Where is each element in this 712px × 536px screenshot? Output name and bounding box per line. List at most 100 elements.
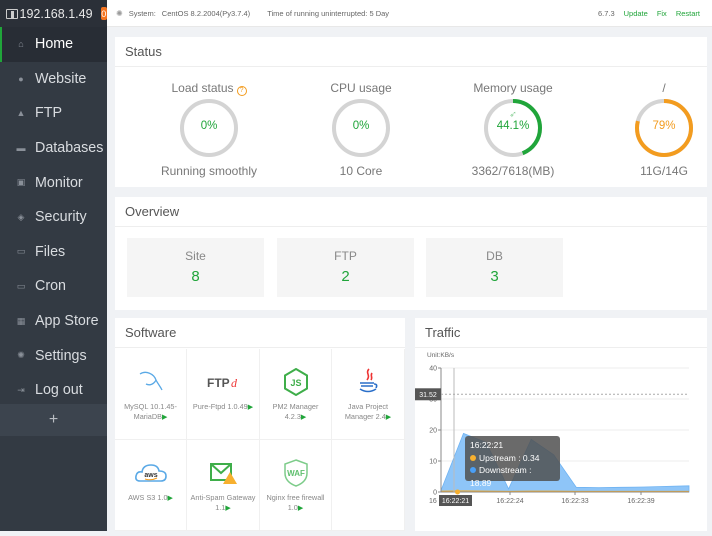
sidebar-item-settings[interactable]: ✺ Settings (0, 338, 107, 373)
overview-ftp-value[interactable]: 2 (277, 268, 414, 285)
gauge-value: 79% (652, 120, 676, 132)
software-item[interactable]: WAF Nginx free firewall 1.0▶ (260, 440, 332, 531)
sidebar-item-app-store[interactable]: ▦ App Store (0, 304, 107, 339)
gauge-title-text: / (662, 81, 666, 95)
waf-icon: WAF (260, 458, 331, 488)
sidebar-item-label: Files (35, 243, 66, 260)
software-item[interactable]: Anti-Spam Gateway 1.1▶ (187, 440, 260, 531)
upstream-dot-icon (470, 454, 476, 461)
gauge-1[interactable]: CPU usage 0% 10 Core (286, 80, 436, 178)
x-tick-label: 16 (429, 498, 437, 505)
gauge-ring: ➶ 44.1% (483, 98, 543, 158)
gauge-title: Load status? (134, 80, 284, 96)
sidebar-item-website[interactable]: ● Website (0, 62, 107, 97)
sidebar-item-label: Cron (35, 278, 66, 295)
svg-text:JS: JS (290, 378, 301, 388)
gauge-title-text: CPU usage (330, 81, 392, 95)
y-unit-label: Unit:KB/s (427, 352, 455, 359)
overview-db-value[interactable]: 3 (426, 268, 563, 285)
monitor-icon: ▣ (16, 177, 26, 188)
software-item[interactable]: FTP d Pure-Ftpd 1.0.49▶ (187, 349, 260, 440)
play-icon[interactable]: ▶ (298, 505, 303, 512)
overview-site-value[interactable]: 8 (127, 268, 264, 285)
gear-icon: ✺ (116, 8, 123, 18)
crosshair-y-value: 31.52 (419, 392, 437, 399)
traffic-chart[interactable]: Unit:KB/s01020304031.521616:22:2416:22:3… (415, 348, 707, 531)
software-item[interactable]: aws AWS S3 1.0▶ (115, 440, 187, 531)
sidebar-item-files[interactable]: ▭ Files (0, 235, 107, 270)
sidebar-item-home[interactable]: ⌂ Home (0, 27, 107, 62)
play-icon[interactable]: ▶ (168, 495, 173, 502)
software-grid: MySQL 10.1.45-MariaDB▶ FTP d Pure-Ftpd 1.0.… (115, 349, 405, 531)
mysql-icon (115, 367, 186, 397)
gauge-title: Memory usage (438, 80, 588, 96)
y-tick-label: 0 (433, 490, 437, 497)
gauge-0[interactable]: Load status? 0% Running smoothly (134, 80, 284, 178)
add-nav-button[interactable]: + (0, 404, 107, 436)
sidebar-item-ftp[interactable]: ▲ FTP (0, 96, 107, 131)
sidebar-item-monitor[interactable]: ▣ Monitor (0, 165, 107, 200)
overview-db-label: DB (486, 249, 503, 263)
gauge-title: / (589, 80, 712, 96)
traffic-title: Traffic (415, 318, 707, 348)
java-icon (332, 367, 404, 397)
grid-icon: ▦ (16, 315, 26, 326)
database-icon: ▬ (16, 143, 26, 154)
chart-tooltip: 16:22:21 Upstream : 0.34 Downstream : 18… (465, 436, 560, 488)
gauge-3[interactable]: / 79% 11G/14G (589, 80, 712, 178)
overview-site[interactable]: Site 8 (127, 238, 264, 297)
upstream-point (455, 489, 461, 495)
overview-ftp[interactable]: FTP 2 (277, 238, 414, 297)
y-tick-label: 20 (429, 428, 437, 435)
sidebar-item-databases[interactable]: ▬ Databases (0, 131, 107, 166)
play-icon[interactable]: ▶ (386, 414, 391, 421)
globe-icon: ● (18, 73, 24, 84)
sidebar-item-label: Home (35, 36, 74, 53)
overview-panel: Overview Site 8 FTP 2 DB 3 (115, 197, 707, 310)
x-tick-label: 16:22:39 (627, 498, 654, 505)
x-tick-label: 16:22:33 (561, 498, 588, 505)
shield-icon: ◈ (17, 211, 25, 222)
play-icon[interactable]: ▶ (248, 404, 253, 411)
software-name: AWS S3 1.0▶ (115, 493, 186, 504)
ftp-logo-icon: FTP d (187, 367, 259, 397)
play-icon[interactable]: ▶ (162, 414, 167, 421)
gauge-ring: 0% (179, 98, 239, 158)
fix-link[interactable]: Fix (657, 9, 667, 18)
traffic-chart-svg: Unit:KB/s01020304031.521616:22:2416:22:3… (415, 352, 690, 506)
sidebar-item-cron[interactable]: ▭ Cron (0, 269, 107, 304)
host-address: 192.168.1.49 (19, 6, 93, 21)
gear-icon: ✺ (17, 350, 25, 361)
overview-title: Overview (115, 197, 707, 227)
software-item[interactable]: JS PM2 Manager 4.2.3▶ (260, 349, 332, 440)
software-item[interactable]: Java Project Manager 2.4▶ (332, 349, 405, 440)
x-tick-label: 16:22:24 (496, 498, 523, 505)
software-name: Java Project Manager 2.4▶ (332, 402, 404, 423)
overview-db[interactable]: DB 3 (426, 238, 563, 297)
gauge-value: 44.1% (496, 120, 530, 132)
svg-text:aws: aws (144, 472, 157, 479)
gauge-subtitle: 10 Core (339, 164, 383, 178)
software-name: PM2 Manager 4.2.3▶ (260, 402, 331, 423)
sidebar-item-security[interactable]: ◈ Security (0, 200, 107, 235)
play-icon[interactable]: ▶ (301, 414, 306, 421)
overview-site-label: Site (185, 249, 206, 263)
downstream-dot-icon (470, 467, 476, 473)
software-item[interactable]: MySQL 10.1.45-MariaDB▶ (115, 349, 187, 440)
sidebar-item-label: FTP (35, 105, 63, 122)
help-icon[interactable]: ? (236, 86, 247, 96)
software-name-text: PM2 Manager 4.2.3 (272, 402, 319, 421)
gauge-2[interactable]: Memory usage ➶ 44.1% 3362/7618(MB) (438, 80, 588, 178)
status-title: Status (115, 37, 707, 67)
sidebar-item-log-out[interactable]: ⇥ Log out (0, 373, 107, 408)
software-name: Anti-Spam Gateway 1.1▶ (187, 493, 259, 514)
sidebar-item-label: Security (35, 209, 87, 226)
traffic-panel: Traffic Unit:KB/s01020304031.521616:22:2… (415, 318, 707, 531)
gauge-value: 0% (352, 120, 370, 132)
gauge-ring: 79% (634, 98, 694, 158)
svg-text:d: d (231, 376, 238, 390)
gauge-subtitle: 3362/7618(MB) (471, 164, 555, 178)
update-link[interactable]: Update (624, 9, 648, 18)
restart-link[interactable]: Restart (676, 9, 700, 18)
play-icon[interactable]: ▶ (225, 505, 230, 512)
